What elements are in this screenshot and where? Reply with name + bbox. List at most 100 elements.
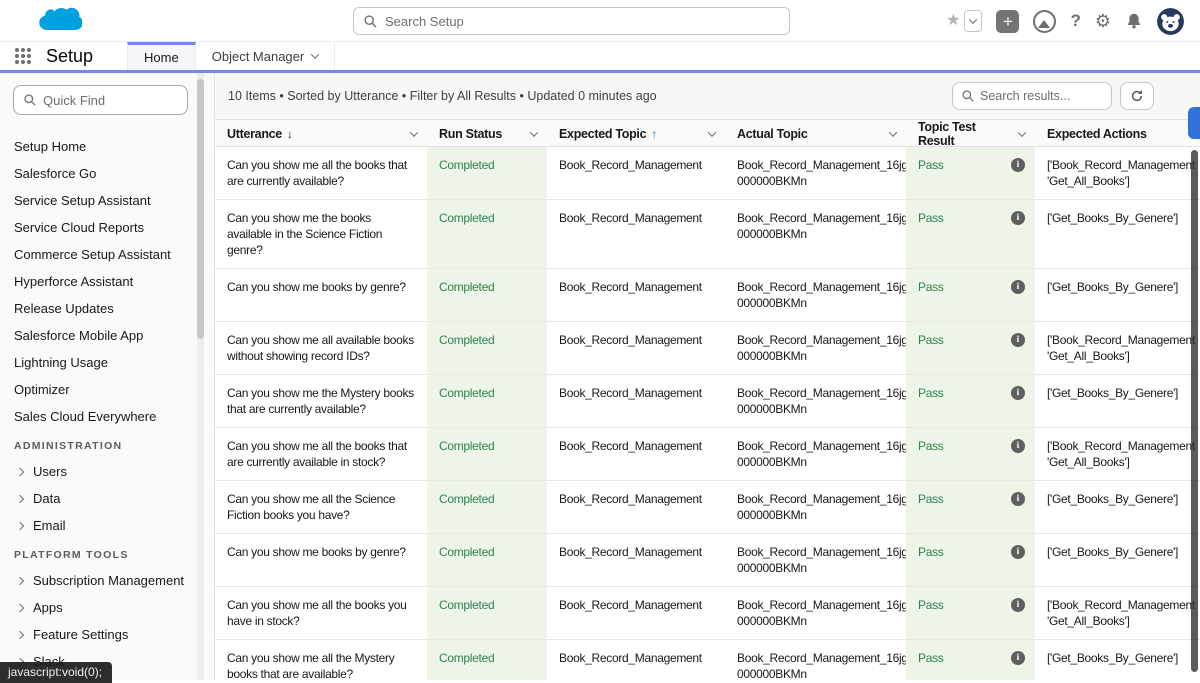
column-menu-chevron-icon[interactable] — [708, 128, 716, 136]
sidebar-item[interactable]: Service Setup Assistant — [0, 187, 214, 214]
info-icon[interactable]: i — [1011, 651, 1025, 665]
run-status-cell: Completed — [427, 269, 547, 321]
sidebar-item[interactable]: Salesforce Go — [0, 160, 214, 187]
column-header-expected-topic[interactable]: Expected Topic ↑ — [547, 120, 725, 148]
app-launcher-icon[interactable] — [0, 42, 46, 70]
favorites-star-icon[interactable]: ★ — [946, 13, 960, 29]
actual-topic-cell: Book_Record_Management_16jg5 000000BKMn — [725, 481, 906, 533]
panel-toggle-button[interactable] — [1188, 107, 1200, 139]
settings-gear-icon[interactable]: ⚙ — [1095, 12, 1111, 30]
column-menu-chevron-icon[interactable] — [1018, 128, 1026, 136]
run-status-value: Completed — [439, 651, 494, 665]
sidebar-item[interactable]: Optimizer — [0, 376, 214, 403]
info-icon[interactable]: i — [1011, 545, 1025, 559]
column-menu-chevron-icon[interactable] — [530, 128, 538, 136]
run-status-cell: Completed — [427, 322, 547, 374]
sidebar-item[interactable]: Commerce Setup Assistant — [0, 241, 214, 268]
tab-object-manager[interactable]: Object Manager — [196, 42, 336, 70]
info-icon[interactable]: i — [1011, 598, 1025, 612]
chevron-right-icon — [16, 467, 24, 475]
quick-find-input[interactable] — [43, 93, 177, 108]
results-search-input[interactable] — [980, 89, 1102, 103]
run-status-value: Completed — [439, 439, 494, 453]
sidebar-item-expandable[interactable]: Subscription Management — [0, 567, 214, 594]
test-result-value: Pass — [918, 650, 943, 666]
column-header-actual-topic[interactable]: Actual Topic — [725, 120, 906, 148]
column-header-run-status[interactable]: Run Status — [427, 120, 547, 148]
sidebar-item[interactable]: Hyperforce Assistant — [0, 268, 214, 295]
topic-test-result-cell: Pass i — [906, 322, 1035, 374]
sidebar-section-title: PLATFORM TOOLS — [0, 539, 214, 567]
run-status-cell: Completed — [427, 375, 547, 427]
refresh-button[interactable] — [1120, 82, 1154, 110]
topic-test-result-cell: Pass i — [906, 200, 1035, 268]
info-icon[interactable]: i — [1011, 439, 1025, 453]
sidebar-item-expandable[interactable]: Feature Settings — [0, 621, 214, 648]
column-header-topic-test-result[interactable]: Topic Test Result — [906, 120, 1035, 148]
chevron-right-icon — [16, 576, 24, 584]
main-content: 10 Items • Sorted by Utterance • Filter … — [215, 73, 1200, 680]
expected-topic-cell: Book_Record_Management — [547, 322, 725, 374]
sidebar-item[interactable]: Sales Cloud Everywhere — [0, 403, 214, 430]
utterance-cell: Can you show me all available books with… — [215, 322, 427, 374]
sidebar-item[interactable]: Salesforce Mobile App — [0, 322, 214, 349]
topic-test-result-cell: Pass i — [906, 269, 1035, 321]
favorites-dropdown-button[interactable] — [964, 10, 982, 32]
run-status-value: Completed — [439, 211, 494, 225]
expected-topic-cell: Book_Record_Management — [547, 269, 725, 321]
sort-asc-icon: ↑ — [651, 127, 657, 141]
notifications-bell-icon[interactable] — [1125, 12, 1143, 30]
info-icon[interactable]: i — [1011, 492, 1025, 506]
run-status-cell: Completed — [427, 534, 547, 586]
info-icon[interactable]: i — [1011, 158, 1025, 172]
expected-topic-cell: Book_Record_Management — [547, 481, 725, 533]
topic-test-result-cell: Pass i — [906, 640, 1035, 680]
table-row: Can you show me all the books that are c… — [215, 147, 1200, 200]
column-label: Actual Topic — [737, 127, 807, 141]
expected-topic-cell: Book_Record_Management — [547, 375, 725, 427]
column-header-utterance[interactable]: Utterance ↓ — [215, 120, 427, 148]
expected-actions-cell: ['Get_Books_By_Genere'] — [1035, 200, 1200, 268]
test-result-value: Pass — [918, 491, 943, 507]
table-row: Can you show me the Mystery books that a… — [215, 375, 1200, 428]
results-search-box — [952, 82, 1112, 110]
tab-home[interactable]: Home — [127, 42, 196, 70]
column-header-expected-actions[interactable]: Expected Actions — [1035, 120, 1200, 148]
table-header-row: Utterance ↓ Run Status Expected Topic ↑ — [215, 119, 1200, 147]
sidebar-item-expandable[interactable]: Apps — [0, 594, 214, 621]
help-icon[interactable]: ? — [1070, 11, 1080, 31]
avatar[interactable] — [1157, 8, 1184, 35]
sidebar-item[interactable]: Service Cloud Reports — [0, 214, 214, 241]
sidebar-item-expandable[interactable]: Email — [0, 512, 214, 539]
sidebar-item[interactable]: Release Updates — [0, 295, 214, 322]
setup-sidebar: Setup HomeSalesforce GoService Setup Ass… — [0, 73, 215, 680]
sidebar-item-expandable[interactable]: Data — [0, 485, 214, 512]
info-icon[interactable]: i — [1011, 211, 1025, 225]
info-icon[interactable]: i — [1011, 280, 1025, 294]
expected-actions-cell: ['Book_Record_Management 'Get_All_Books'… — [1035, 147, 1200, 199]
page-scrollbar-thumb[interactable] — [1191, 150, 1198, 672]
search-icon — [364, 15, 377, 28]
column-menu-chevron-icon[interactable] — [410, 128, 418, 136]
run-status-value: Completed — [439, 158, 494, 172]
trailhead-help-icon[interactable] — [1033, 10, 1056, 33]
column-menu-chevron-icon[interactable] — [889, 128, 897, 136]
info-icon[interactable]: i — [1011, 333, 1025, 347]
topic-test-result-cell: Pass i — [906, 375, 1035, 427]
expected-actions-cell: ['Get_Books_By_Genere'] — [1035, 375, 1200, 427]
sidebar-item-label: Data — [33, 491, 60, 506]
run-status-value: Completed — [439, 333, 494, 347]
info-icon[interactable]: i — [1011, 386, 1025, 400]
table-body: Can you show me all the books that are c… — [215, 147, 1200, 680]
expected-topic-cell: Book_Record_Management — [547, 147, 725, 199]
sidebar-item[interactable]: Lightning Usage — [0, 349, 214, 376]
sidebar-scrollbar-thumb[interactable] — [197, 79, 204, 339]
column-label: Expected Actions — [1047, 127, 1147, 141]
global-actions-plus-icon[interactable]: + — [996, 10, 1019, 33]
list-view-toolbar: 10 Items • Sorted by Utterance • Filter … — [215, 73, 1200, 119]
sidebar-item-expandable[interactable]: Users — [0, 458, 214, 485]
setup-search-input[interactable] — [385, 14, 779, 29]
table-row: Can you show me all the books that are c… — [215, 428, 1200, 481]
chevron-right-icon — [16, 521, 24, 529]
sidebar-item[interactable]: Setup Home — [0, 133, 214, 160]
